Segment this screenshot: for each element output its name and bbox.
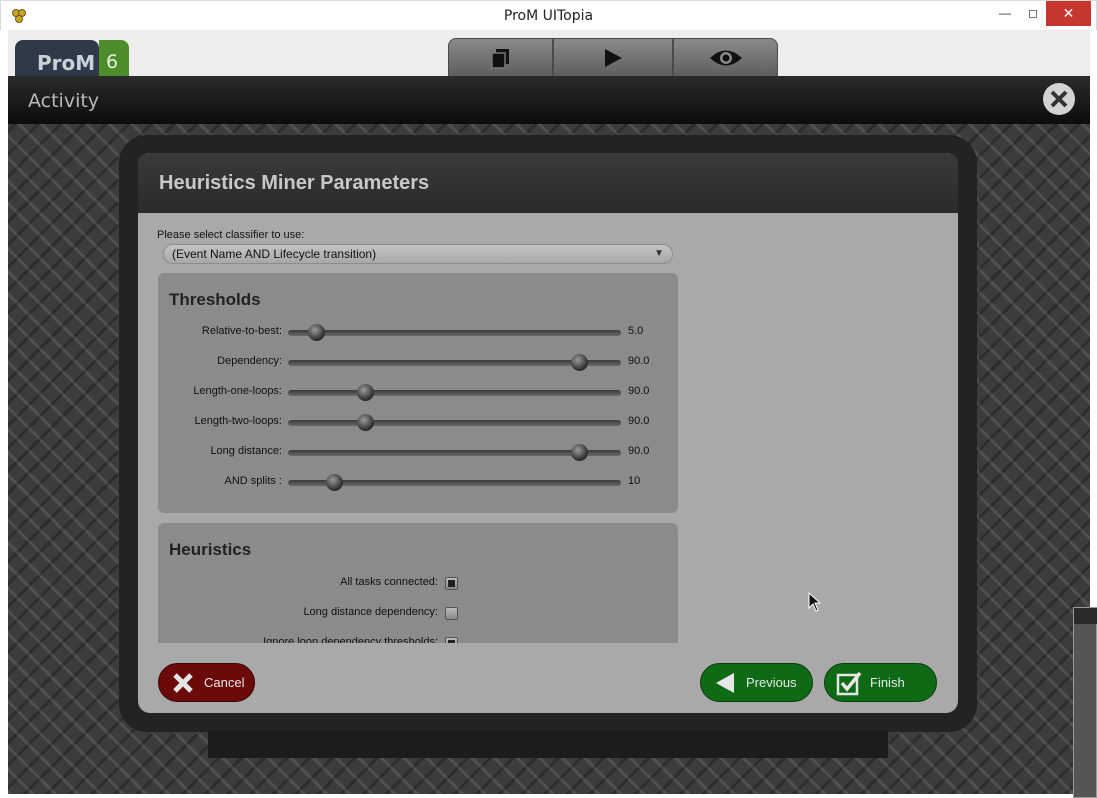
threshold-slider[interactable] (288, 390, 621, 396)
slider-knob[interactable] (571, 354, 588, 371)
threshold-value: 90.0 (628, 415, 650, 427)
threshold-value: 10 (628, 475, 641, 487)
threshold-value: 90.0 (628, 385, 650, 397)
logo-version: 6 (99, 40, 129, 76)
finish-button-label: Finish (870, 675, 905, 690)
heuristic-checkbox[interactable] (445, 577, 458, 590)
threshold-slider[interactable] (288, 330, 621, 336)
threshold-label: Long distance: (210, 445, 282, 457)
heuristics-panel: Heuristics All tasks connected: Long dist… (158, 523, 678, 643)
mouse-cursor-icon (808, 592, 822, 612)
window-titlebar: ProM UITopia — ◻ ✕ (0, 0, 1097, 30)
activity-title: Activity (28, 90, 100, 112)
slider-knob[interactable] (307, 324, 325, 341)
threshold-label: Length-two-loops: (194, 415, 282, 427)
slider-knob[interactable] (571, 444, 588, 461)
checkbox-checked-icon (836, 671, 862, 695)
threshold-value: 5.0 (628, 325, 644, 337)
tab-view[interactable] (673, 38, 778, 76)
window-title: ProM UITopia (503, 8, 594, 24)
classifier-value: (Event Name AND Lifecycle transition) (172, 247, 377, 261)
dialog-frame-foot (208, 730, 888, 758)
thresholds-panel: Thresholds Relative-to-best: 5.0 Dependenc… (158, 273, 678, 513)
heuristic-checkbox[interactable] (445, 607, 458, 620)
maximize-icon[interactable]: ◻ (1019, 1, 1047, 26)
threshold-value: 90.0 (628, 355, 650, 367)
eye-icon (709, 50, 742, 65)
finish-button[interactable]: Finish (824, 663, 937, 702)
prom-logo: ProM 6 (15, 40, 130, 76)
slider-knob[interactable] (357, 384, 375, 401)
heuristics-title: Heuristics (169, 540, 252, 559)
classifier-select[interactable]: (Event Name AND Lifecycle transition) ▼ (163, 244, 673, 264)
parameters-scroll-pane[interactable]: Thresholds Relative-to-best: 5.0 Dependenc… (158, 273, 678, 643)
chevron-down-icon: ▼ (654, 248, 664, 259)
top-bar: ProM 6 (8, 30, 1090, 76)
previous-button[interactable]: Previous (700, 663, 813, 702)
dialog-header: Heuristics Miner Parameters (138, 153, 958, 213)
threshold-label: Length-one-loops: (193, 385, 282, 397)
heuristic-option-label: All tasks connected: (340, 576, 438, 588)
wizard-dialog: Heuristics Miner Parameters Please selec… (138, 153, 958, 713)
threshold-label: Dependency: (217, 355, 282, 367)
thresholds-title: Thresholds (169, 290, 261, 309)
arrow-left-icon (716, 672, 734, 693)
previous-button-label: Previous (746, 675, 797, 690)
play-icon (605, 48, 622, 67)
classifier-label: Please select classifier to use: (157, 229, 305, 241)
background-window-edge[interactable] (1073, 607, 1097, 798)
close-icon[interactable]: ✕ (1046, 1, 1091, 26)
perspective-tabs (448, 38, 778, 76)
slider-knob[interactable] (357, 414, 375, 431)
close-icon (173, 672, 193, 693)
minimize-icon[interactable]: — (991, 1, 1019, 26)
threshold-slider[interactable] (288, 420, 621, 426)
slider-knob[interactable] (326, 474, 344, 491)
close-circle-icon[interactable] (1043, 83, 1075, 115)
threshold-label: AND splits : (224, 475, 282, 487)
logo-text: ProM (15, 40, 99, 76)
tab-workspace[interactable] (448, 38, 553, 76)
close-x-icon (1050, 90, 1068, 108)
tab-action[interactable] (553, 38, 673, 76)
threshold-label: Relative-to-best: (201, 325, 282, 337)
heuristic-checkbox[interactable] (445, 637, 458, 643)
cancel-button[interactable]: Cancel (158, 663, 255, 702)
workspace-icon (490, 48, 509, 69)
threshold-value: 90.0 (628, 445, 650, 457)
cancel-button-label: Cancel (204, 675, 245, 690)
activity-bar: Activity (8, 76, 1090, 124)
heuristic-option-label: Long distance dependency: (303, 606, 438, 618)
heuristic-option-label: Ignore loop dependency thresholds: (263, 636, 438, 643)
dialog-title: Heuristics Miner Parameters (159, 172, 430, 194)
background-window-titlebar (1074, 608, 1097, 624)
app-window: ProM 6 Activity Heuristics Miner Paramet… (8, 30, 1090, 794)
